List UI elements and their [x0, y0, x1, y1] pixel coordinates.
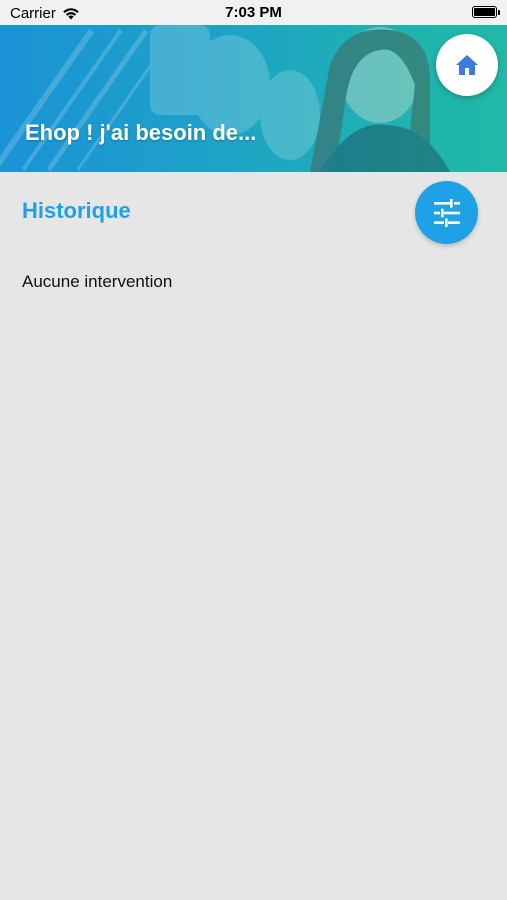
home-button[interactable] — [436, 34, 498, 96]
status-bar: Carrier 7:03 PM — [0, 0, 507, 25]
clock: 7:03 PM — [225, 4, 282, 21]
header-title: Ehop ! j'ai besoin de... — [25, 120, 257, 145]
filter-button[interactable] — [415, 181, 478, 244]
header-banner: Ehop ! j'ai besoin de... — [0, 25, 507, 172]
battery-icon — [472, 6, 500, 18]
banner-background-image — [0, 25, 450, 172]
history-title: Historique — [22, 198, 131, 223]
home-icon — [456, 55, 478, 75]
empty-history-message: Aucune intervention — [22, 272, 173, 291]
tune-sliders-icon — [433, 198, 460, 227]
